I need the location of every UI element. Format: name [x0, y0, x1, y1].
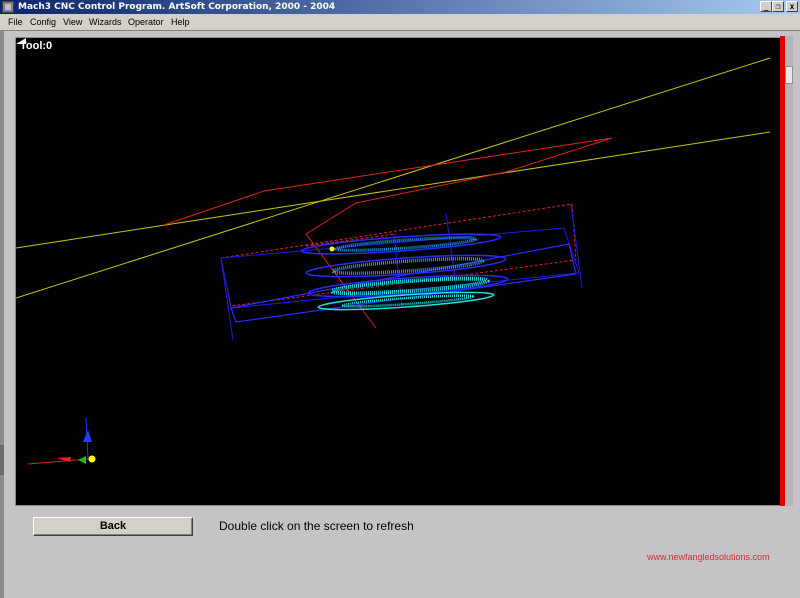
menu-bar: File Config View Wizards Operator Help [0, 14, 800, 30]
website-link[interactable]: www.newfangledsolutions.com [647, 552, 770, 562]
window-left-edge [0, 31, 4, 598]
extents-vertical-right [570, 203, 583, 289]
restore-button[interactable]: ❐ [772, 1, 784, 12]
extents-vertical-left [220, 257, 234, 341]
axis-line-upper [16, 57, 771, 299]
scrollbar-thumb[interactable] [785, 66, 793, 84]
toolpath-viewport[interactable]: Tool:0 [15, 37, 784, 506]
minimize-button[interactable]: _ [760, 1, 772, 12]
axis-line-lower [16, 131, 771, 249]
menu-file[interactable]: File [6, 14, 25, 30]
toolpath-layer-3 [307, 274, 509, 298]
gizmo-origin [88, 455, 96, 463]
menu-config[interactable]: Config [28, 14, 58, 30]
title-bar: Mach3 CNC Control Program. ArtSoft Corpo… [0, 0, 800, 14]
window-left-edge-mark [0, 445, 4, 475]
toolpath-layer-1 [300, 233, 502, 255]
back-button[interactable]: Back [33, 517, 193, 536]
gizmo-z-arrow [83, 430, 92, 442]
menu-operator[interactable]: Operator [126, 14, 166, 30]
window-title: Mach3 CNC Control Program. ArtSoft Corpo… [18, 2, 336, 12]
menu-divider [0, 30, 800, 31]
toolpath-layer-2 [305, 254, 507, 278]
menu-view[interactable]: View [61, 14, 84, 30]
toolpath-canvas [16, 57, 771, 465]
corner-indicator-icon [16, 38, 26, 44]
menu-wizards[interactable]: Wizards [87, 14, 124, 30]
scrollbar-track[interactable] [785, 36, 793, 506]
refresh-hint: Double click on the screen to refresh [219, 519, 414, 533]
gizmo-y-arrow [78, 456, 86, 464]
app-icon [2, 1, 14, 13]
menu-help[interactable]: Help [169, 14, 192, 30]
tool-position-marker [329, 246, 335, 252]
close-button[interactable]: x [786, 1, 798, 12]
